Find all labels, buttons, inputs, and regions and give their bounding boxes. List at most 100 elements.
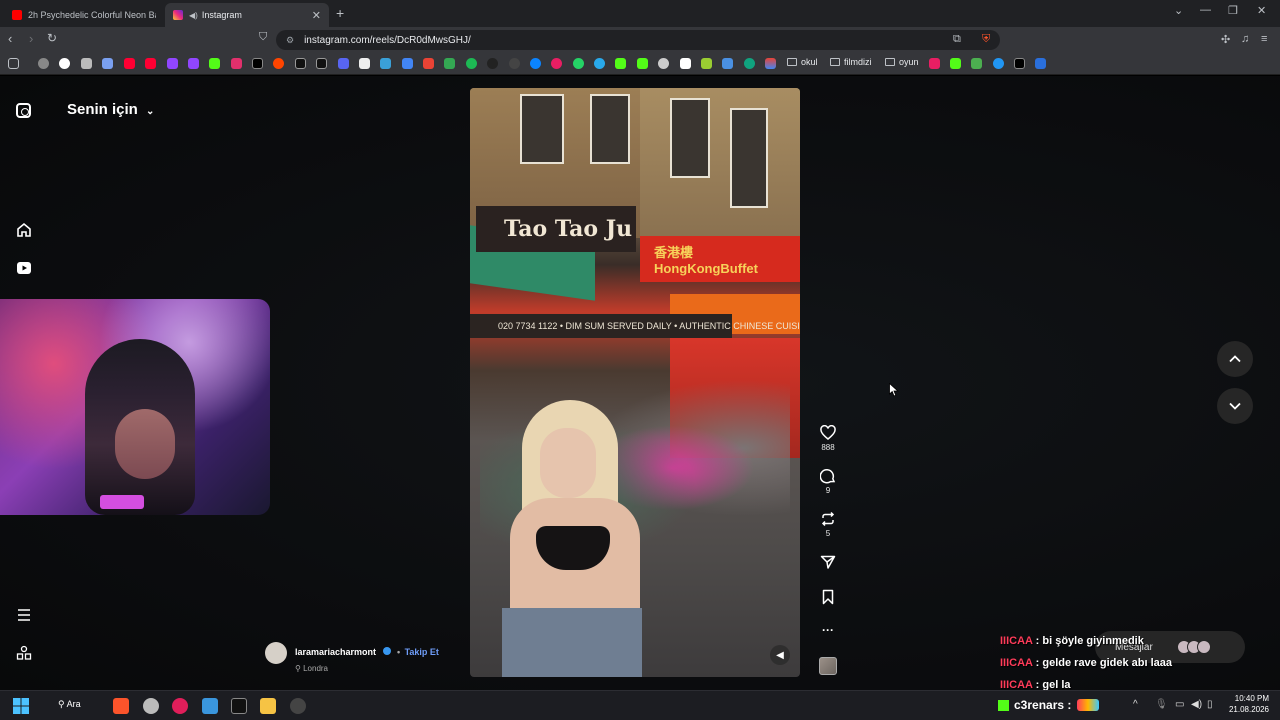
windows-start-icon[interactable] bbox=[13, 698, 29, 714]
github-icon[interactable] bbox=[509, 58, 520, 69]
forward-button[interactable]: › bbox=[29, 31, 33, 46]
media-player-icon[interactable] bbox=[172, 698, 188, 714]
maximize-button[interactable]: ❐ bbox=[1228, 4, 1238, 17]
threads-icon[interactable] bbox=[295, 58, 306, 69]
like-button[interactable]: 888 bbox=[813, 425, 843, 452]
media-icon[interactable]: ♫ bbox=[1241, 33, 1249, 45]
chatgpt-icon[interactable] bbox=[744, 58, 755, 69]
feed-selector[interactable]: Senin için ⌄ bbox=[67, 101, 154, 118]
next-reel-button[interactable] bbox=[1217, 388, 1253, 424]
kick-icon[interactable] bbox=[209, 58, 220, 69]
tab-youtube[interactable]: 2h Psychedelic Colorful Neon Backgr bbox=[4, 3, 164, 27]
bookmark-icon[interactable] bbox=[701, 58, 712, 69]
drive-icon[interactable] bbox=[444, 58, 455, 69]
reels-icon[interactable] bbox=[16, 260, 32, 276]
gmail-icon[interactable] bbox=[423, 58, 434, 69]
location[interactable]: ⚲ Londra bbox=[295, 664, 439, 673]
bookmark-icon[interactable] bbox=[929, 58, 940, 69]
bookmark-icon[interactable] bbox=[1014, 58, 1025, 69]
bookmark-icon[interactable] bbox=[530, 58, 541, 69]
google-icon[interactable] bbox=[59, 58, 70, 69]
bookmark-icon[interactable] bbox=[81, 58, 92, 69]
reload-button[interactable]: ↻ bbox=[47, 31, 57, 45]
bookmark-icon[interactable] bbox=[359, 58, 370, 69]
translate-icon[interactable] bbox=[402, 58, 413, 69]
comment-button[interactable]: 9 bbox=[813, 468, 843, 495]
network-icon[interactable]: ▭ bbox=[1175, 699, 1184, 710]
history-icon[interactable] bbox=[38, 58, 49, 69]
kick-icon[interactable] bbox=[615, 58, 626, 69]
author-username[interactable]: laramariacharmont bbox=[295, 647, 376, 657]
close-window-button[interactable]: ✕ bbox=[1257, 4, 1266, 17]
photos-icon[interactable] bbox=[202, 698, 218, 714]
menu-icon[interactable] bbox=[16, 607, 32, 623]
instagram-icon[interactable] bbox=[231, 58, 242, 69]
tab-instagram[interactable]: ◀) Instagram ✕ bbox=[165, 3, 329, 27]
close-tab-icon[interactable]: ✕ bbox=[312, 9, 321, 22]
apps-icon[interactable] bbox=[8, 58, 19, 69]
bookmark-icon[interactable] bbox=[1035, 58, 1046, 69]
site-info-icon[interactable]: ⚙ bbox=[286, 35, 294, 46]
bookmark-folder-oyun[interactable]: oyun bbox=[885, 57, 919, 67]
kick-icon[interactable] bbox=[637, 58, 648, 69]
notification-icon[interactable]: ▯ bbox=[1207, 699, 1213, 710]
youtube-icon[interactable] bbox=[145, 58, 156, 69]
obs-icon[interactable] bbox=[231, 698, 247, 714]
reel-video[interactable]: Tao Tao Ju 香港樓 HongKongBuffet 020 7734 1… bbox=[470, 88, 800, 677]
reddit-icon[interactable] bbox=[273, 58, 284, 69]
minimize-button[interactable]: — bbox=[1200, 4, 1211, 16]
open-in-app-icon[interactable]: ⧉ bbox=[953, 33, 961, 46]
taskbar-search[interactable]: ⚲ Ara bbox=[58, 699, 81, 710]
audio-thumbnail[interactable] bbox=[819, 657, 837, 675]
spotify-icon[interactable] bbox=[466, 58, 477, 69]
microphone-icon[interactable]: 🎙 bbox=[1155, 699, 1168, 710]
whatsapp-icon[interactable] bbox=[573, 58, 584, 69]
tab-search-icon[interactable]: ⌄ bbox=[1174, 4, 1183, 17]
bookmark-icon[interactable] bbox=[765, 58, 776, 69]
twitch-icon[interactable] bbox=[188, 58, 199, 69]
bookmark-icon[interactable] bbox=[993, 58, 1004, 69]
save-button[interactable] bbox=[813, 589, 843, 605]
telegram-icon[interactable] bbox=[594, 58, 605, 69]
more-options-icon[interactable]: ··· bbox=[813, 623, 843, 637]
menu-icon[interactable]: ≡ bbox=[1261, 33, 1267, 45]
discord-icon[interactable] bbox=[338, 58, 349, 69]
taskbar-app-icon[interactable] bbox=[290, 698, 306, 714]
address-bar[interactable]: ⚙ instagram.com/reels/DcR0dMwsGHJ/ bbox=[276, 30, 1000, 50]
tray-overflow-icon[interactable]: ^ bbox=[1133, 699, 1138, 710]
system-clock[interactable]: 10:40 PM 21.08.2026 bbox=[1223, 693, 1269, 715]
x-icon[interactable] bbox=[252, 58, 263, 69]
more-apps-icon[interactable] bbox=[16, 645, 32, 661]
bookmark-icon[interactable] bbox=[658, 58, 669, 69]
youtube-icon[interactable] bbox=[124, 58, 135, 69]
bookmark-folder-okul[interactable]: okul bbox=[787, 57, 818, 67]
back-button[interactable]: ‹ bbox=[8, 31, 12, 46]
share-button[interactable] bbox=[813, 554, 843, 570]
brave-browser-icon[interactable] bbox=[113, 698, 129, 714]
follow-button[interactable]: Takip Et bbox=[405, 647, 439, 657]
bookmark-icon[interactable] bbox=[380, 58, 391, 69]
tiktok-icon[interactable] bbox=[316, 58, 327, 69]
bookmark-icon[interactable] bbox=[971, 58, 982, 69]
bookmark-folder-filmdizi[interactable]: filmdizi bbox=[830, 57, 872, 67]
volume-icon[interactable]: ◀) bbox=[1191, 699, 1202, 710]
kick-icon[interactable] bbox=[950, 58, 961, 69]
bookmark-icon[interactable] bbox=[722, 58, 733, 69]
extensions-icon[interactable]: ✣ bbox=[1221, 33, 1230, 46]
bookmark-page-icon[interactable]: ⛉ bbox=[259, 31, 267, 44]
gemini-icon[interactable] bbox=[102, 58, 113, 69]
avatar[interactable] bbox=[265, 642, 287, 664]
new-tab-button[interactable]: + bbox=[336, 5, 344, 21]
home-icon[interactable] bbox=[16, 222, 32, 238]
brave-shield-icon[interactable]: ⛨ bbox=[982, 33, 990, 46]
bookmark-icon[interactable] bbox=[680, 58, 691, 69]
twitch-icon[interactable] bbox=[167, 58, 178, 69]
taskbar-app-icon[interactable] bbox=[143, 698, 159, 714]
bookmark-icon[interactable] bbox=[487, 58, 498, 69]
bookmark-icon[interactable] bbox=[551, 58, 562, 69]
file-explorer-icon[interactable] bbox=[260, 698, 276, 714]
previous-reel-button[interactable] bbox=[1217, 341, 1253, 377]
mute-toggle-icon[interactable]: ◀ bbox=[770, 645, 790, 665]
instagram-logo-icon[interactable] bbox=[16, 103, 31, 118]
repost-button[interactable]: 5 bbox=[813, 511, 843, 538]
